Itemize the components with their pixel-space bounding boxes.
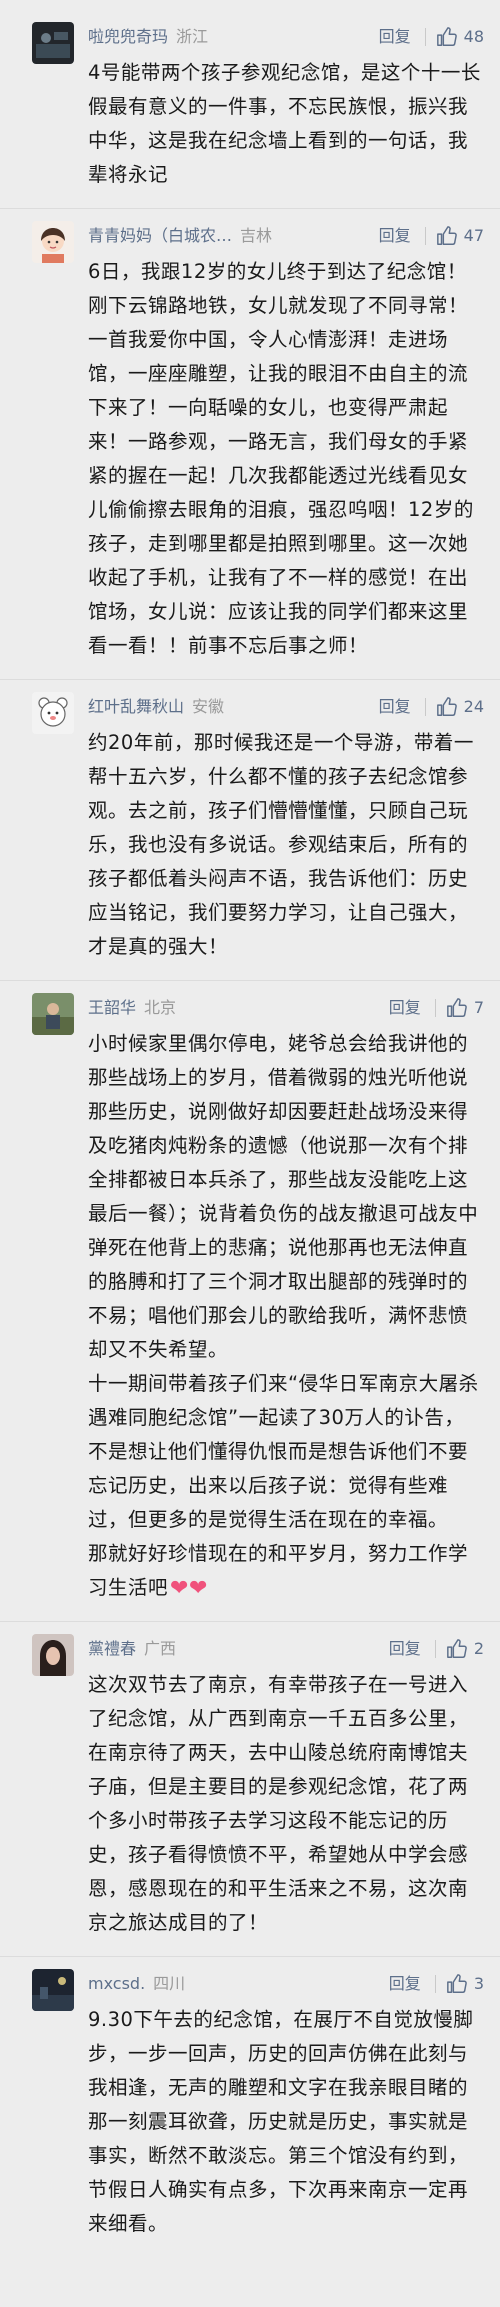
commenter-name[interactable]: 黨禮春 bbox=[88, 1634, 136, 1664]
commenter-name[interactable]: 王韶华 bbox=[88, 993, 136, 1023]
commenter-name[interactable]: 红叶乱舞秋山 bbox=[88, 692, 184, 722]
like-count: 47 bbox=[463, 226, 484, 245]
like-button[interactable]: 24 bbox=[436, 692, 484, 722]
thumbs-up-icon bbox=[446, 1639, 467, 1658]
reply-button[interactable]: 回复 bbox=[389, 993, 421, 1023]
thumbs-up-icon bbox=[436, 27, 457, 46]
like-button[interactable]: 3 bbox=[446, 1969, 484, 1999]
divider bbox=[424, 28, 426, 46]
like-button[interactable]: 48 bbox=[436, 22, 484, 52]
comment-item: mxcsd. 四川 回复 3 9.30下午去的纪念馆，在展厅不自觉放慢脚步，一步… bbox=[0, 1956, 500, 2257]
night-photo-avatar[interactable] bbox=[32, 1969, 74, 2011]
comment-text: 9.30下午去的纪念馆，在展厅不自觉放慢脚步，一步一回声，历史的回声仿佛在此刻与… bbox=[88, 2008, 474, 2235]
thumbs-up-icon bbox=[446, 998, 467, 1017]
comment-meta: 青青妈妈（白城农… 吉林 回复 47 bbox=[88, 221, 484, 251]
comment-meta: 啦兜兜奇玛 浙江 回复 48 bbox=[88, 22, 484, 52]
outdoor-photo-avatar[interactable] bbox=[32, 993, 74, 1035]
cartoon-bear-avatar[interactable] bbox=[32, 692, 74, 734]
comment-text-body: 小时候家里偶尔停电，姥爷总会给我讲他的那些战场上的岁月，借着微弱的烛光听他说那些… bbox=[88, 1032, 479, 1599]
like-count: 2 bbox=[473, 1639, 484, 1658]
divider bbox=[424, 698, 426, 716]
like-button[interactable]: 2 bbox=[446, 1634, 484, 1664]
woman-photo-avatar[interactable] bbox=[32, 1634, 74, 1676]
reply-button[interactable]: 回复 bbox=[379, 692, 411, 722]
like-button[interactable]: 47 bbox=[436, 221, 484, 251]
like-count: 24 bbox=[463, 697, 484, 716]
reply-button[interactable]: 回复 bbox=[379, 22, 411, 52]
divider bbox=[434, 1975, 436, 1993]
comment-list: 啦兜兜奇玛 浙江 回复 48 4号能带两个孩子参观纪念馆，是这个十一长假最有意义… bbox=[0, 0, 500, 2257]
thumbs-up-icon bbox=[436, 226, 457, 245]
divider bbox=[434, 999, 436, 1017]
comment-text: 4号能带两个孩子参观纪念馆，是这个十一长假最有意义的一件事，不忘民族恨，振兴我中… bbox=[88, 61, 481, 186]
comment-text: 这次双节去了南京，有幸带孩子在一号进入了纪念馆，从广西到南京一千五百多公里，在南… bbox=[88, 1673, 469, 1934]
commenter-region: 四川 bbox=[153, 1974, 186, 1993]
comment-item: 啦兜兜奇玛 浙江 回复 48 4号能带两个孩子参观纪念馆，是这个十一长假最有意义… bbox=[0, 10, 500, 208]
comment-item: 红叶乱舞秋山 安徽 回复 24 约20年前，那时候我还是一个导游，带着一帮十五六… bbox=[0, 679, 500, 980]
dark-photo-avatar[interactable] bbox=[32, 22, 74, 64]
commenter-region: 北京 bbox=[144, 998, 177, 1017]
comment-text: 约20年前，那时候我还是一个导游，带着一帮十五六岁，什么都不懂的孩子去纪念馆参观… bbox=[88, 731, 474, 958]
comment-meta: 黨禮春 广西 回复 2 bbox=[88, 1634, 484, 1664]
comment-item: 黨禮春 广西 回复 2 这次双节去了南京，有幸带孩子在一号进入了纪念馆，从广西到… bbox=[0, 1621, 500, 1956]
like-count: 7 bbox=[473, 998, 484, 1017]
commenter-region: 吉林 bbox=[240, 226, 273, 245]
reply-button[interactable]: 回复 bbox=[389, 1634, 421, 1664]
comment-meta: mxcsd. 四川 回复 3 bbox=[88, 1969, 484, 1999]
heart-emojis: ❤ ❤ bbox=[170, 1575, 208, 1601]
commenter-region: 安徽 bbox=[192, 697, 225, 716]
divider bbox=[424, 227, 426, 245]
reply-button[interactable]: 回复 bbox=[379, 221, 411, 251]
comment-text: 小时候家里偶尔停电，姥爷总会给我讲他的那些战场上的岁月，借着微弱的烛光听他说那些… bbox=[88, 1027, 484, 1605]
comment-text: 6日，我跟12岁的女儿终于到达了纪念馆！刚下云锦路地铁，女儿就发现了不同寻常！一… bbox=[88, 260, 474, 657]
heart-emoji: ❤ bbox=[170, 1575, 189, 1601]
commenter-region: 广西 bbox=[144, 1639, 177, 1658]
commenter-name[interactable]: 青青妈妈（白城农… bbox=[88, 221, 232, 251]
reply-button[interactable]: 回复 bbox=[389, 1969, 421, 1999]
comment-item: 青青妈妈（白城农… 吉林 回复 47 6日，我跟12岁的女儿终于到达了纪念馆！刚… bbox=[0, 208, 500, 679]
comment-meta: 王韶华 北京 回复 7 bbox=[88, 993, 484, 1023]
commenter-region: 浙江 bbox=[176, 27, 209, 46]
commenter-name[interactable]: 啦兜兜奇玛 bbox=[88, 22, 168, 52]
commenter-name[interactable]: mxcsd. bbox=[88, 1969, 145, 1999]
thumbs-up-icon bbox=[446, 1974, 467, 1993]
heart-emoji: ❤ bbox=[188, 1575, 208, 1601]
like-count: 3 bbox=[473, 1974, 484, 1993]
like-button[interactable]: 7 bbox=[446, 993, 484, 1023]
comment-item: 王韶华 北京 回复 7 小时候家里偶尔停电，姥爷总会给我讲他的那些战场上的岁月，… bbox=[0, 980, 500, 1621]
cartoon-girl-avatar[interactable] bbox=[32, 221, 74, 263]
like-count: 48 bbox=[463, 27, 484, 46]
divider bbox=[434, 1640, 436, 1658]
thumbs-up-icon bbox=[436, 697, 457, 716]
comment-meta: 红叶乱舞秋山 安徽 回复 24 bbox=[88, 692, 484, 722]
